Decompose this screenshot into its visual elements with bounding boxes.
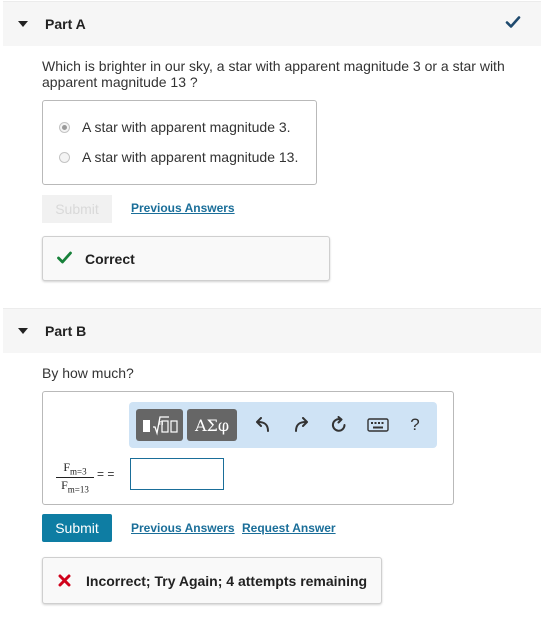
part-a-question: Which is brighter in our sky, a star wit… [42,58,505,90]
part-a-previous-answers-link[interactable]: Previous Answers [131,201,235,215]
help-icon[interactable]: ? [403,413,427,437]
fraction-denominator-base: F [61,478,68,493]
part-a-submit-button: Submit [42,195,112,223]
radio-unselected[interactable] [59,151,70,163]
equals-sign: = = [97,467,115,481]
feedback-text: Incorrect; Try Again; 4 attempts remaini… [86,573,368,589]
incorrect-x-icon [58,574,71,592]
choice-magnitude-3[interactable]: A star with apparent magnitude 3. [59,118,291,136]
choice-magnitude-13[interactable]: A star with apparent magnitude 13. [59,148,298,166]
answer-editor: n ΑΣφ ? Fm=3 Fm=13 = = [42,391,454,505]
part-b-question: By how much? [42,365,134,381]
part-a-feedback: Correct [42,236,330,281]
templates-icon[interactable]: n [136,409,183,441]
math-toolbar: n ΑΣφ ? [129,402,437,448]
redo-icon[interactable] [289,413,313,437]
part-b-feedback: Incorrect; Try Again; 4 attempts remaini… [42,557,382,604]
feedback-text: Correct [85,251,135,267]
part-b-submit-button[interactable]: Submit [42,514,112,542]
fraction-denominator-sub: m=13 [67,484,89,495]
collapse-caret-icon[interactable] [18,21,28,27]
part-b-previous-answers-link[interactable]: Previous Answers [131,521,235,535]
correct-check-icon [57,251,72,269]
greek-symbols-button[interactable]: ΑΣφ [187,409,237,441]
request-answer-link[interactable]: Request Answer [242,521,336,535]
undo-icon[interactable] [251,413,275,437]
answer-input[interactable] [130,458,224,490]
reset-icon[interactable] [327,413,351,437]
part-b-title: Part B [45,323,87,339]
part-a-header[interactable]: Part A [3,1,541,46]
answer-choices: A star with apparent magnitude 3. A star… [42,100,317,185]
part-a-title: Part A [45,16,86,32]
svg-text:n: n [159,419,163,427]
flux-ratio-fraction: Fm=3 Fm=13 [56,460,94,495]
checkmark-icon [505,14,521,35]
fraction-numerator-sub: m=3 [70,466,87,477]
keyboard-icon[interactable] [365,413,391,437]
part-b-header[interactable]: Part B [3,308,541,353]
radio-selected[interactable] [59,121,70,133]
collapse-caret-icon[interactable] [18,328,28,334]
choice-label: A star with apparent magnitude 13. [82,149,299,165]
choice-label: A star with apparent magnitude 3. [82,119,291,135]
